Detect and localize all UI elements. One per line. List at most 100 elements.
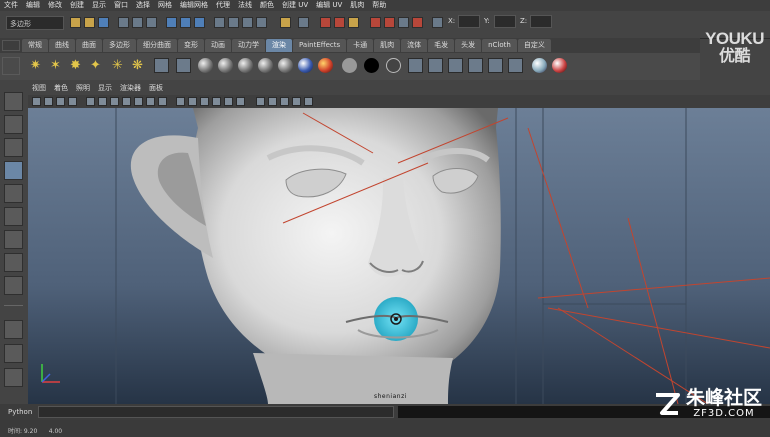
grid-icon[interactable]	[86, 97, 95, 106]
select-component-icon[interactable]	[146, 17, 157, 28]
env-sphere-icon[interactable]	[532, 58, 547, 73]
menu-edit-mesh[interactable]: 编辑网格	[176, 0, 212, 11]
layout-persp-icon[interactable]	[4, 368, 23, 387]
tab-muscle[interactable]: 肌肉	[374, 39, 401, 52]
tab-custom[interactable]: 自定义	[517, 39, 551, 52]
light-icon[interactable]: ✷	[28, 58, 43, 73]
tab-deformation[interactable]: 变形	[178, 39, 204, 52]
menu-normals[interactable]: 法线	[234, 0, 256, 11]
render-view-icon[interactable]	[384, 17, 395, 28]
gate-mask-icon[interactable]	[122, 97, 131, 106]
volume-light-icon[interactable]: ✳	[110, 58, 125, 73]
checker-icon[interactable]	[428, 58, 443, 73]
file-texture-icon[interactable]	[408, 58, 423, 73]
select-camera-icon[interactable]	[32, 97, 41, 106]
spot-light-icon[interactable]: ✶	[48, 58, 63, 73]
menu-display[interactable]: 显示	[88, 0, 110, 11]
menu-color[interactable]: 颜色	[256, 0, 278, 11]
tab-animation[interactable]: 动画	[205, 39, 231, 52]
menu-file[interactable]: 文件	[0, 0, 22, 11]
film-gate-icon[interactable]	[98, 97, 107, 106]
tab-painteffects[interactable]: PaintEffects	[293, 39, 347, 52]
smooth-shade-icon[interactable]	[188, 97, 197, 106]
tab-fluids[interactable]: 流体	[401, 39, 428, 52]
panel-menu-renderer[interactable]: 渲染器	[116, 83, 145, 93]
y-field[interactable]	[494, 15, 516, 28]
tab-curves[interactable]: 曲线	[49, 39, 75, 52]
ipr-render-icon[interactable]	[334, 17, 345, 28]
snap-curve-icon[interactable]	[228, 17, 239, 28]
texture-icon[interactable]	[154, 58, 169, 73]
tab-dynamics[interactable]: 动力学	[232, 39, 265, 52]
menu-muscle[interactable]: 肌肉	[346, 0, 368, 11]
ramp-shader-icon[interactable]	[298, 58, 313, 73]
shelf-menu-icon[interactable]	[2, 40, 20, 51]
panel-menu-view[interactable]: 视图	[28, 83, 50, 93]
snapshot-icon[interactable]	[398, 17, 409, 28]
z-field[interactable]	[530, 15, 552, 28]
grid-texture-icon[interactable]	[448, 58, 463, 73]
point-light-icon[interactable]: ✸	[68, 58, 83, 73]
select-object-icon[interactable]	[132, 17, 143, 28]
mode-select[interactable]: 多边形	[6, 16, 64, 30]
panel-menu-show[interactable]: 显示	[94, 83, 116, 93]
menu-select[interactable]: 选择	[132, 0, 154, 11]
save-scene-icon[interactable]	[98, 17, 109, 28]
menu-mesh[interactable]: 网格	[154, 0, 176, 11]
tab-surfaces[interactable]: 曲面	[76, 39, 102, 52]
layered-texture-icon[interactable]	[508, 58, 523, 73]
scale-tool-icon[interactable]	[4, 207, 23, 226]
history-icon[interactable]	[280, 17, 291, 28]
lasso-tool-icon[interactable]	[4, 115, 23, 134]
hq-render-icon[interactable]	[304, 97, 313, 106]
camera-attr-icon[interactable]	[44, 97, 53, 106]
use-background-icon[interactable]	[364, 58, 379, 73]
render-icon[interactable]	[552, 58, 567, 73]
render-settings-icon[interactable]	[348, 17, 359, 28]
blinn-icon[interactable]	[218, 58, 233, 73]
mask-face-icon[interactable]	[194, 17, 205, 28]
phonge-icon[interactable]	[258, 58, 273, 73]
xray-icon[interactable]	[268, 97, 277, 106]
snap-point-icon[interactable]	[242, 17, 253, 28]
resolution-gate-icon[interactable]	[110, 97, 119, 106]
menu-proxy[interactable]: 代理	[212, 0, 234, 11]
shadows-icon[interactable]	[236, 97, 245, 106]
last-tool-icon[interactable]	[4, 253, 23, 272]
image-plane-icon[interactable]	[68, 97, 77, 106]
paint-select-icon[interactable]	[4, 138, 23, 157]
safe-title-icon[interactable]	[158, 97, 167, 106]
hypershade-icon[interactable]	[370, 17, 381, 28]
ramp-icon[interactable]	[488, 58, 503, 73]
menu-edit[interactable]: 编辑	[22, 0, 44, 11]
ambient-light-icon[interactable]: ❋	[130, 58, 145, 73]
wireframe-icon[interactable]	[176, 97, 185, 106]
tab-fur[interactable]: 毛发	[428, 39, 455, 52]
layered-shader-icon[interactable]	[318, 58, 333, 73]
area-light-icon[interactable]: ✦	[88, 58, 103, 73]
move-tool-icon[interactable]	[4, 161, 23, 180]
tab-subdiv[interactable]: 细分曲面	[137, 39, 177, 52]
tab-general[interactable]: 常规	[22, 39, 48, 52]
perspective-viewport[interactable]: shenianzi	[28, 108, 770, 404]
tab-rendering[interactable]: 渲染	[266, 39, 292, 52]
phong-icon[interactable]	[238, 58, 253, 73]
bookmark-icon[interactable]	[56, 97, 65, 106]
x-field[interactable]	[458, 15, 480, 28]
menu-edit-uv[interactable]: 编辑 UV	[312, 0, 346, 11]
menu-help[interactable]: 帮助	[368, 0, 390, 11]
mask-vertex-icon[interactable]	[166, 17, 177, 28]
safe-action-icon[interactable]	[146, 97, 155, 106]
panel-menu-lighting[interactable]: 照明	[72, 83, 94, 93]
isolate-icon[interactable]	[256, 97, 265, 106]
textured-icon[interactable]	[212, 97, 221, 106]
select-hierarchy-icon[interactable]	[118, 17, 129, 28]
menu-modify[interactable]: 修改	[44, 0, 66, 11]
wire-on-shaded-icon[interactable]	[200, 97, 209, 106]
anisotropic-icon[interactable]	[278, 58, 293, 73]
batch-render-icon[interactable]	[412, 17, 423, 28]
tab-toon[interactable]: 卡通	[347, 39, 374, 52]
snap-plane-icon[interactable]	[256, 17, 267, 28]
shelf-options-icon[interactable]	[2, 57, 20, 75]
menu-create-uv[interactable]: 创建 UV	[278, 0, 312, 11]
